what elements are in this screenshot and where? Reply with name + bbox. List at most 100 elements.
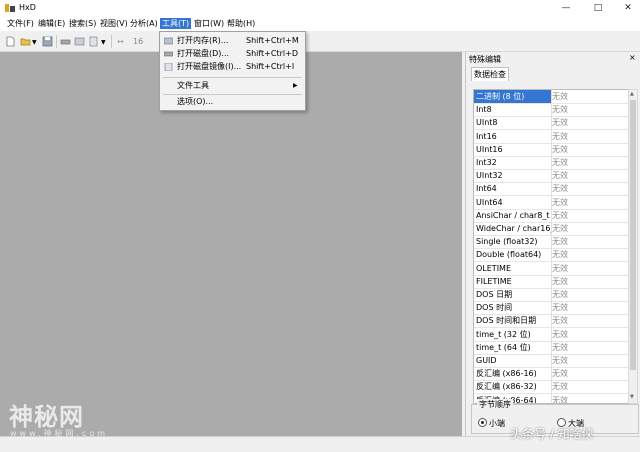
inspector-value[interactable]: 无效 (552, 341, 628, 354)
inspector-type-name: Double (float64) (474, 248, 552, 262)
inspector-value[interactable]: 无效 (552, 301, 628, 314)
inspector-scrollbar[interactable]: ▲ ▼ (628, 89, 638, 404)
menu-separator (163, 94, 302, 95)
inspector-type-name: Int64 (474, 182, 552, 196)
inspector-type-name: GUID (474, 354, 552, 367)
inspector-value[interactable]: 无效 (552, 235, 628, 248)
menu-help[interactable]: 帮助(H) (225, 18, 257, 29)
inspector-type-name: 反汇编 (x86-32) (474, 380, 552, 394)
inspector-value[interactable]: 无效 (552, 275, 628, 288)
menu-item-open-disk[interactable]: 打开磁盘(D)... Shift+Ctrl+D (160, 48, 305, 60)
inspector-row[interactable]: time_t (32 位) 无效 (474, 327, 628, 342)
menu-item-open-disk-image[interactable]: 打开磁盘镜像(I)... Shift+Ctrl+I (160, 61, 305, 73)
inspector-value[interactable]: 无效 (552, 314, 628, 327)
inspector-type-name: AnsiChar / char8_t (474, 208, 552, 222)
inspector-row[interactable]: DOS 日期 无效 (474, 288, 628, 302)
data-inspector-grid: 二进制 (8 位) 无效 Int8 无效 UInt8 无效 Int16 无效 UInt16 无效 I… (473, 89, 629, 404)
disk-image-icon (164, 63, 173, 71)
inspector-value[interactable]: 无效 (552, 103, 628, 116)
special-edit-panel: 特殊编辑 × 数据检查 二进制 (8 位) 无效 Int8 无效 UInt8 无效 Int1… (465, 52, 640, 436)
inspector-type-name: Single (float32) (474, 235, 552, 249)
inspector-value[interactable]: 无效 (552, 367, 628, 380)
inspector-row[interactable]: Int64 无效 (474, 182, 628, 197)
inspector-row[interactable]: WideChar / char16_t 无效 (474, 222, 628, 236)
inspector-value[interactable]: 无效 (552, 262, 628, 275)
inspector-row[interactable]: 二进制 (8 位) 无效 (474, 90, 628, 104)
maximize-button[interactable]: □ (583, 0, 613, 16)
inspector-value[interactable]: 无效 (552, 90, 628, 103)
little-endian-radio[interactable]: 小端 (478, 418, 505, 429)
close-window-button[interactable]: ✕ (613, 0, 640, 16)
new-file-icon[interactable] (5, 36, 16, 47)
open-folder-icon[interactable] (20, 36, 31, 47)
toolbar-separator (56, 35, 57, 48)
menu-separator (163, 77, 302, 78)
inspector-row[interactable]: UInt8 无效 (474, 116, 628, 131)
inspector-value[interactable]: 无效 (552, 209, 628, 222)
inspector-type-name: Int8 (474, 103, 552, 117)
inspector-row[interactable]: Int32 无效 (474, 156, 628, 170)
inspector-value[interactable]: 无效 (552, 143, 628, 156)
inspector-row[interactable]: Int8 无效 (474, 103, 628, 118)
open-disk-icon[interactable] (60, 36, 71, 47)
title-bar: HxD — □ ✕ (0, 0, 640, 16)
inspector-value[interactable]: 无效 (552, 288, 628, 301)
memory-icon (164, 37, 173, 45)
save-icon[interactable] (42, 36, 53, 47)
inspector-row[interactable]: 反汇编 (x86-16) 无效 (474, 367, 628, 382)
inspector-value[interactable]: 无效 (552, 116, 628, 129)
site-watermark-url: www.神秘网.com (10, 429, 109, 438)
menu-view[interactable]: 视图(V) (98, 18, 130, 29)
inspector-row[interactable]: GUID 无效 (474, 354, 628, 368)
panel-title: 特殊编辑 (469, 55, 501, 64)
inspector-row[interactable]: Double (float64) 无效 (474, 248, 628, 263)
inspector-value[interactable]: 无效 (552, 130, 628, 143)
menu-item-open-memory[interactable]: 打开内存(R)... Shift+Ctrl+M (160, 35, 305, 47)
inspector-value[interactable]: 无效 (552, 169, 628, 182)
scroll-up-icon[interactable]: ▲ (630, 91, 634, 97)
open-memory-icon[interactable] (74, 36, 85, 47)
tab-data-inspector[interactable]: 数据检查 (471, 67, 509, 81)
inspector-row[interactable]: DOS 时间和日期 无效 (474, 314, 628, 329)
inspector-type-name: DOS 时间和日期 (474, 314, 552, 328)
inspector-value[interactable]: 无效 (552, 196, 628, 209)
bytes-per-row-value[interactable]: 16 (133, 37, 143, 46)
menu-file[interactable]: 文件(F) (5, 18, 36, 29)
disk-icon (164, 51, 173, 57)
inspector-row[interactable]: UInt16 无效 (474, 142, 628, 157)
inspector-row[interactable]: time_t (64 位) 无效 (474, 340, 628, 355)
inspector-value[interactable]: 无效 (552, 328, 628, 341)
inspector-value[interactable]: 无效 (552, 380, 628, 393)
inspector-type-name: time_t (32 位) (474, 327, 552, 341)
open-disk-image-icon[interactable] (88, 36, 99, 47)
menu-search[interactable]: 搜索(S) (67, 18, 98, 29)
radio-selected-icon (478, 418, 487, 427)
inspector-value[interactable]: 无效 (552, 354, 628, 367)
panel-close-icon[interactable]: × (629, 53, 636, 62)
inspector-row[interactable]: UInt64 无效 (474, 195, 628, 210)
menu-edit[interactable]: 编辑(E) (36, 18, 67, 29)
inspector-row[interactable]: 反汇编 (x86-32) 无效 (474, 380, 628, 395)
inspector-value[interactable]: 无效 (552, 222, 628, 235)
menu-item-file-tools[interactable]: 文件工具 ▶ (160, 80, 305, 92)
menu-analysis[interactable]: 分析(A) (128, 18, 160, 29)
inspector-row[interactable]: DOS 时间 无效 (474, 301, 628, 316)
scrollbar-thumb[interactable] (630, 100, 636, 370)
inspector-row[interactable]: Int16 无效 (474, 129, 628, 144)
menu-tools[interactable]: 工具(T) (160, 18, 192, 29)
inspector-value[interactable]: 无效 (552, 248, 628, 261)
inspector-row[interactable]: Single (float32) 无效 (474, 235, 628, 250)
inspector-value[interactable]: 无效 (552, 182, 628, 195)
minimize-button[interactable]: — (551, 0, 581, 16)
inspector-row[interactable]: OLETIME 无效 (474, 261, 628, 276)
inspector-type-name: DOS 日期 (474, 288, 552, 301)
scroll-down-icon[interactable]: ▼ (630, 394, 634, 400)
menu-item-options[interactable]: 选项(O)... (160, 96, 305, 108)
inspector-row[interactable]: AnsiChar / char8_t 无效 (474, 208, 628, 223)
inspector-row[interactable]: UInt32 无效 (474, 169, 628, 184)
inspector-value[interactable]: 无效 (552, 394, 628, 403)
hxd-app-icon (5, 4, 15, 12)
inspector-value[interactable]: 无效 (552, 156, 628, 169)
inspector-row[interactable]: FILETIME 无效 (474, 274, 628, 289)
menu-window[interactable]: 窗口(W) (192, 18, 226, 29)
